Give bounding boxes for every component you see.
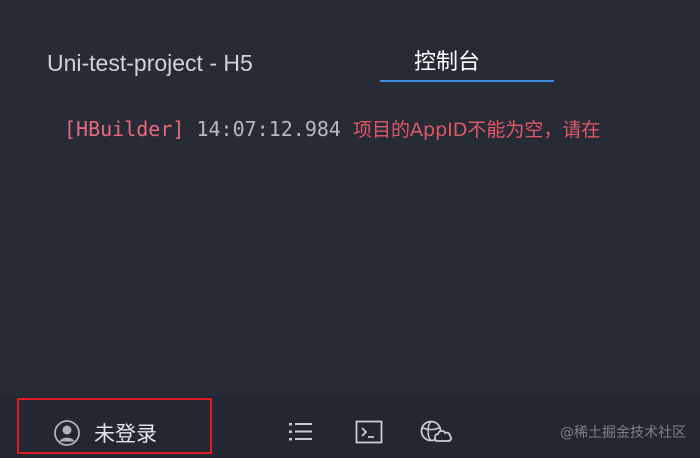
top-strip	[0, 0, 700, 38]
log-tag: [HBuilder]	[64, 117, 185, 141]
active-tab-indicator	[380, 80, 554, 82]
log-timestamp: 14:07:12.984	[196, 117, 341, 141]
cloud-globe-icon[interactable]	[420, 419, 452, 445]
status-bar: 未登录 @稀土掘金技术社区	[0, 396, 700, 458]
panel-tabs: Uni-test-project - H5 控制台	[0, 38, 700, 84]
list-icon[interactable]	[287, 419, 315, 445]
tab-project[interactable]: Uni-test-project - H5	[47, 48, 253, 78]
watermark: @稀土掘金技术社区	[560, 425, 686, 441]
terminal-icon[interactable]	[355, 419, 383, 445]
login-button[interactable]: 未登录	[54, 418, 157, 448]
user-avatar-icon	[54, 420, 80, 446]
console-output: [HBuilder] 14:07:12.984 项目的AppID不能为空，请在	[0, 84, 700, 396]
log-message: 项目的AppID不能为空，请在	[353, 119, 601, 141]
log-line: [HBuilder] 14:07:12.984 项目的AppID不能为空，请在	[64, 116, 600, 143]
tab-console[interactable]: 控制台	[414, 48, 480, 78]
login-label: 未登录	[94, 422, 157, 446]
